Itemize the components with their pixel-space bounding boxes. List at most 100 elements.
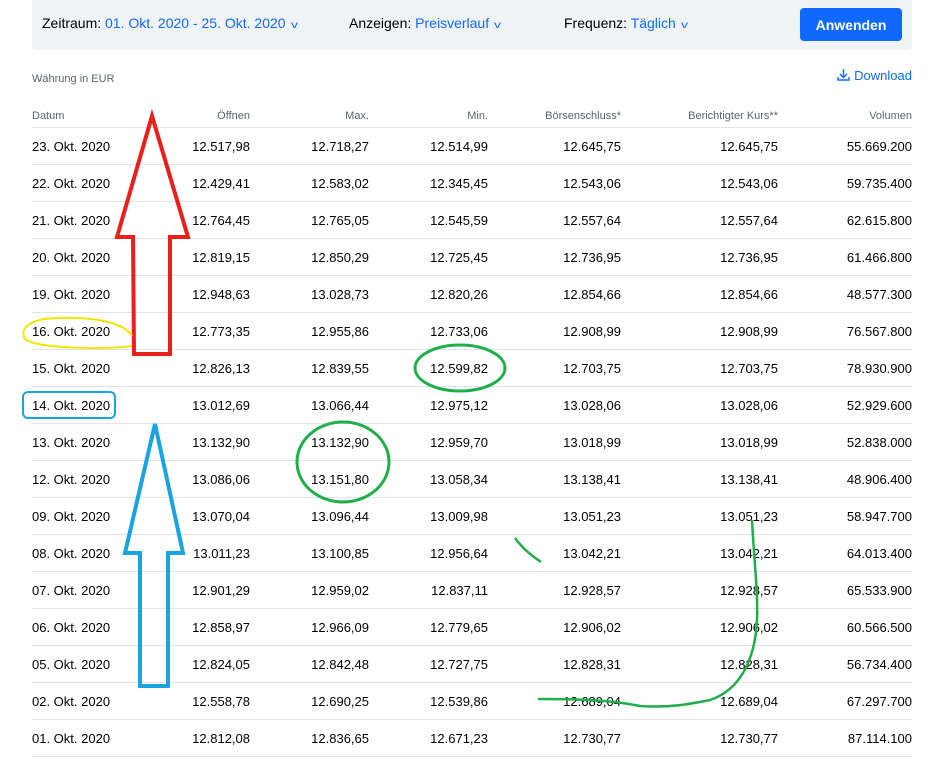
table-cell: 12.645,75 <box>621 127 778 165</box>
period-value: 01. Okt. 2020 - 25. Okt. 2020 <box>105 15 286 31</box>
table-cell: 13.018,99 <box>488 423 621 461</box>
table-cell: 65.533.900 <box>778 571 912 609</box>
table-row: 13. Okt. 2020 13.132,90 13.132,90 12.959,70… <box>32 423 912 461</box>
table-row: 16. Okt. 2020 12.773,35 12.955,86 12.733,06… <box>32 312 912 350</box>
table-cell: 12.828,31 <box>621 645 778 683</box>
table-cell: 15. Okt. 2020 <box>32 349 152 387</box>
table-cell: 12.557,64 <box>621 201 778 239</box>
table-cell: 52.838.000 <box>778 423 912 461</box>
table-cell: 12.733,06 <box>369 312 488 350</box>
table-cell: 07. Okt. 2020 <box>32 571 152 609</box>
table-cell: 22. Okt. 2020 <box>32 164 152 202</box>
table-cell: 12.842,48 <box>250 645 369 683</box>
table-cell: 78.930.900 <box>778 349 912 387</box>
frequency-value: Täglich <box>630 15 676 31</box>
table-cell: 12.975,12 <box>369 386 488 424</box>
table-cell: 12.764,45 <box>152 201 250 239</box>
table-cell: 12.514,99 <box>369 127 488 165</box>
table-cell: 19. Okt. 2020 <box>32 275 152 313</box>
table-cell: 12.828,31 <box>488 645 621 683</box>
table-cell: 20. Okt. 2020 <box>32 238 152 276</box>
table-cell: 12.928,57 <box>621 571 778 609</box>
table-cell: 12.812,08 <box>152 719 250 757</box>
table-row: 21. Okt. 2020 12.764,45 12.765,05 12.545,59… <box>32 201 912 239</box>
column-header: Börsenschluss* <box>488 104 621 128</box>
download-link[interactable]: Download <box>837 68 912 83</box>
column-header: Volumen <box>778 104 912 128</box>
frequency-selector[interactable]: Frequenz: Täglich v <box>564 15 688 31</box>
table-cell: 13.151,80 <box>250 460 369 498</box>
table-cell: 12.837,11 <box>369 571 488 609</box>
table-cell: 13.138,41 <box>488 460 621 498</box>
download-label: Download <box>854 68 912 83</box>
table-cell: 12.545,59 <box>369 201 488 239</box>
table-cell: 13.051,23 <box>488 497 621 535</box>
table-cell: 12.908,99 <box>488 312 621 350</box>
period-selector[interactable]: Zeitraum: 01. Okt. 2020 - 25. Okt. 2020 v <box>42 15 298 31</box>
table-cell: 06. Okt. 2020 <box>32 608 152 646</box>
table-cell: 08. Okt. 2020 <box>32 534 152 572</box>
table-cell: 12.779,65 <box>369 608 488 646</box>
table-cell: 12.736,95 <box>488 238 621 276</box>
table-cell: 67.297.700 <box>778 682 912 720</box>
table-cell: 12.429,41 <box>152 164 250 202</box>
table-cell: 12.959,02 <box>250 571 369 609</box>
table-cell: 64.013.400 <box>778 534 912 572</box>
table-cell: 13.012,69 <box>152 386 250 424</box>
download-icon <box>837 69 850 81</box>
table-cell: 12.901,29 <box>152 571 250 609</box>
table-cell: 12.956,64 <box>369 534 488 572</box>
table-cell: 13.066,44 <box>250 386 369 424</box>
table-cell: 12.727,75 <box>369 645 488 683</box>
table-cell: 12.645,75 <box>488 127 621 165</box>
table-cell: 13.100,85 <box>250 534 369 572</box>
table-cell: 12.948,63 <box>152 275 250 313</box>
table-cell: 12.908,99 <box>621 312 778 350</box>
table-row: 23. Okt. 2020 12.517,98 12.718,27 12.514,99… <box>32 127 912 165</box>
table-cell: 16. Okt. 2020 <box>32 312 152 350</box>
table-cell: 13.028,73 <box>250 275 369 313</box>
table-cell: 13.070,04 <box>152 497 250 535</box>
table-header: Datum Öffnen Max. Min. Börsenschluss* Bericht… <box>32 104 912 128</box>
table-cell: 60.566.500 <box>778 608 912 646</box>
table-cell: 13.042,21 <box>488 534 621 572</box>
table-cell: 62.615.800 <box>778 201 912 239</box>
table-cell: 12.819,15 <box>152 238 250 276</box>
table-row: 09. Okt. 2020 13.070,04 13.096,44 13.009,98… <box>32 497 912 535</box>
table-cell: 58.947.700 <box>778 497 912 535</box>
table-cell: 12.671,23 <box>369 719 488 757</box>
table-cell: 12.690,25 <box>250 682 369 720</box>
table-cell: 12.703,75 <box>621 349 778 387</box>
table-cell: 12.730,77 <box>488 719 621 757</box>
column-header: Öffnen <box>152 104 250 128</box>
table-cell: 13.018,99 <box>621 423 778 461</box>
table-row: 12. Okt. 2020 13.086,06 13.151,80 13.058,34… <box>32 460 912 498</box>
table-cell: 87.114.100 <box>778 719 912 757</box>
table-cell: 12.850,29 <box>250 238 369 276</box>
table-cell: 12.858,97 <box>152 608 250 646</box>
show-value: Preisverlauf <box>415 15 490 31</box>
table-cell: 12.836,65 <box>250 719 369 757</box>
table-cell: 13.132,90 <box>250 423 369 461</box>
table-cell: 12.955,86 <box>250 312 369 350</box>
chevron-down-icon: v <box>680 20 688 31</box>
table-row: 02. Okt. 2020 12.558,78 12.690,25 12.539,86… <box>32 682 912 720</box>
table-cell: 13.086,06 <box>152 460 250 498</box>
table-cell: 12.736,95 <box>621 238 778 276</box>
show-selector[interactable]: Anzeigen: Preisverlauf v <box>349 15 501 31</box>
table-cell: 56.734.400 <box>778 645 912 683</box>
table-cell: 12.824,05 <box>152 645 250 683</box>
table-cell: 52.929.600 <box>778 386 912 424</box>
table-cell: 12.839,55 <box>250 349 369 387</box>
table-cell: 14. Okt. 2020 <box>32 386 152 424</box>
apply-button[interactable]: Anwenden <box>800 8 902 41</box>
table-cell: 12.820,26 <box>369 275 488 313</box>
table-cell: 12.765,05 <box>250 201 369 239</box>
table-cell: 12.906,02 <box>621 608 778 646</box>
table-row: 22. Okt. 2020 12.429,41 12.583,02 12.345,45… <box>32 164 912 202</box>
table-cell: 09. Okt. 2020 <box>32 497 152 535</box>
table-cell: 23. Okt. 2020 <box>32 127 152 165</box>
table-cell: 13.132,90 <box>152 423 250 461</box>
table-cell: 12. Okt. 2020 <box>32 460 152 498</box>
table-cell: 13.009,98 <box>369 497 488 535</box>
